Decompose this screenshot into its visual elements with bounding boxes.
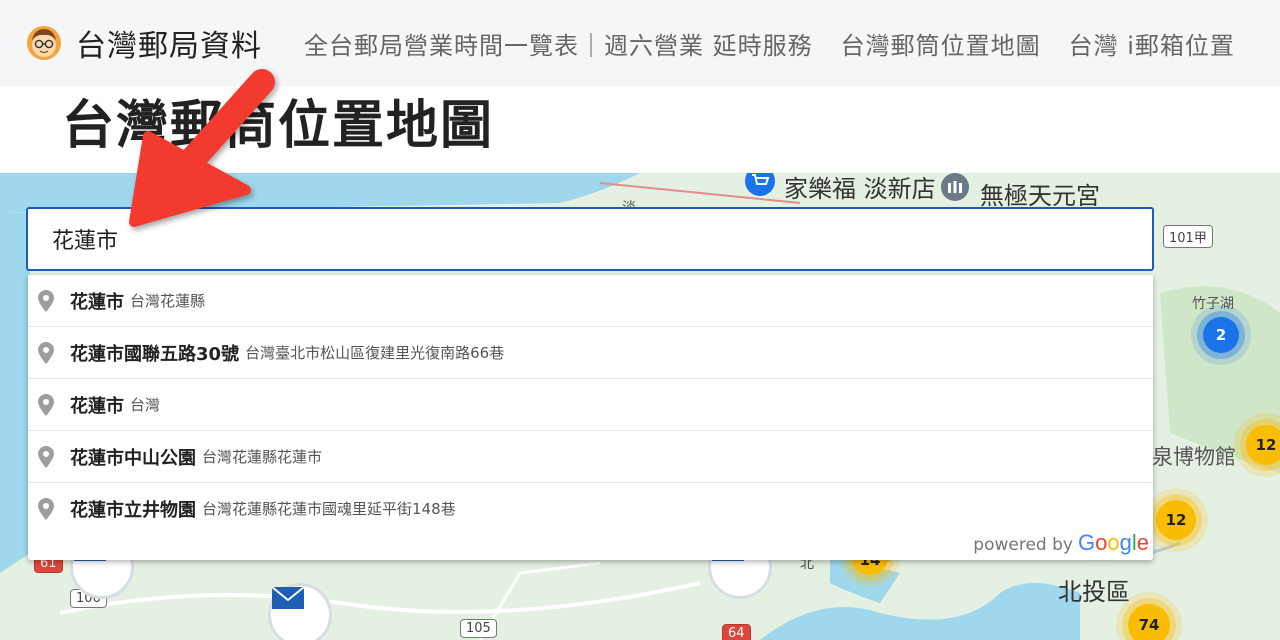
nav-link-mailbox-map[interactable]: 台灣郵筒位置地圖 xyxy=(841,26,1041,61)
suggestion-secondary-text: 台灣花蓮縣花蓮市國魂里延平街148巷 xyxy=(202,500,456,518)
suggestion-secondary-text: 台灣花蓮縣 xyxy=(130,292,206,310)
cluster-marker-2[interactable]: 2 xyxy=(1203,317,1239,353)
suggestion-secondary-text: 台灣 xyxy=(130,396,161,414)
suggestion-main-text: 花蓮市 xyxy=(70,291,124,313)
map-label-beitou: 北投區 xyxy=(1058,578,1130,606)
avatar-icon xyxy=(27,26,61,60)
page-title: 台灣郵筒位置地圖 xyxy=(62,96,495,156)
google-logo-letter: G xyxy=(1077,530,1096,555)
google-logo-letter: e xyxy=(1136,530,1149,555)
cluster-marker-74[interactable]: 74 xyxy=(1128,604,1170,640)
site-brand[interactable]: 台灣郵局資料 xyxy=(26,21,262,65)
suggestion-main-text: 花蓮市 xyxy=(70,395,124,417)
location-pin-icon xyxy=(38,497,54,520)
nav-link-i-mailbox[interactable]: 台灣 i郵箱位置 xyxy=(1069,26,1235,61)
suggestion-item[interactable]: 花蓮市國聯五路30號 台灣臺北市松山區復建里光復南路66巷 xyxy=(28,326,1153,378)
road-shield-105: 105 xyxy=(460,619,497,638)
powered-by-text: powered by xyxy=(973,535,1073,555)
temple-marker-icon[interactable] xyxy=(937,173,973,205)
google-logo: Google xyxy=(1078,530,1149,556)
shopping-cart-marker-icon[interactable] xyxy=(740,173,780,203)
location-pin-icon xyxy=(38,289,54,312)
road-shield-64: 64 xyxy=(722,624,751,640)
suggestion-main-text: 花蓮市立井物園 xyxy=(70,499,196,521)
location-pin-icon xyxy=(38,393,54,416)
map-label-museum: 泉博物館 xyxy=(1152,445,1236,469)
map-label-carrefour: 家樂福 淡新店 xyxy=(784,175,936,203)
location-search-input[interactable] xyxy=(26,207,1154,271)
suggestion-secondary-text: 台灣花蓮縣花蓮市 xyxy=(202,448,323,466)
powered-by-google: powered by Google xyxy=(973,530,1149,556)
envelope-icon xyxy=(271,586,305,609)
map-label-temple: 無極天元宮 xyxy=(980,182,1100,210)
road-shield-101a: 101甲 xyxy=(1163,225,1213,248)
suggestion-item[interactable]: 花蓮市 台灣 xyxy=(28,378,1153,430)
location-pin-icon xyxy=(38,445,54,468)
suggestion-item[interactable]: 花蓮市立井物園 台灣花蓮縣花蓮市國魂里延平街148巷 xyxy=(28,482,1153,534)
mailbox-marker[interactable] xyxy=(268,583,332,640)
google-logo-letter: g xyxy=(1119,530,1132,555)
cluster-marker-12a[interactable]: 12 xyxy=(1246,425,1280,465)
autocomplete-dropdown: 花蓮市 台灣花蓮縣 花蓮市國聯五路30號 台灣臺北市松山區復建里光復南路66巷 … xyxy=(28,275,1153,560)
cluster-marker-12b[interactable]: 12 xyxy=(1156,500,1196,540)
suggestion-main-text: 花蓮市中山公園 xyxy=(70,447,196,469)
suggestion-main-text: 花蓮市國聯五路30號 xyxy=(70,343,240,365)
google-logo-letter: o xyxy=(1095,530,1108,555)
location-pin-icon xyxy=(38,341,54,364)
top-nav: 台灣郵局資料 全台郵局營業時間一覽表｜週六營業 延時服務 台灣郵筒位置地圖 台灣… xyxy=(0,0,1280,86)
site-name: 台灣郵局資料 xyxy=(76,29,262,64)
suggestion-item[interactable]: 花蓮市 台灣花蓮縣 xyxy=(28,275,1153,326)
map-label-bamboo-lake: 竹子湖 xyxy=(1192,296,1234,312)
suggestion-item[interactable]: 花蓮市中山公園 台灣花蓮縣花蓮市 xyxy=(28,430,1153,482)
nav-link-post-office-hours[interactable]: 全台郵局營業時間一覽表｜週六營業 延時服務 xyxy=(304,26,813,61)
suggestion-secondary-text: 台灣臺北市松山區復建里光復南路66巷 xyxy=(245,344,505,362)
google-logo-letter: o xyxy=(1107,530,1120,555)
